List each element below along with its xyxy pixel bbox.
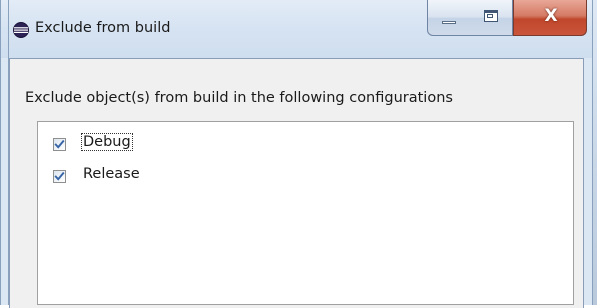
debug-checkbox[interactable] xyxy=(53,138,66,151)
minimize-button[interactable] xyxy=(427,0,470,36)
title-bar[interactable]: Exclude from build X xyxy=(1,0,592,58)
close-icon: X xyxy=(544,6,558,26)
release-checkbox[interactable] xyxy=(53,170,66,183)
window-title: Exclude from build xyxy=(35,20,171,36)
instruction-label: Exclude object(s) from build in the foll… xyxy=(25,90,453,106)
release-label: Release xyxy=(83,166,140,182)
close-button[interactable]: X xyxy=(513,0,587,36)
minimize-icon xyxy=(442,21,456,24)
desktop-edge-left xyxy=(0,0,9,305)
checkmark-icon xyxy=(54,139,65,149)
debug-label: Debug xyxy=(81,133,133,151)
maximize-button[interactable] xyxy=(469,0,513,36)
configurations-list[interactable]: Debug Release xyxy=(37,121,574,305)
checkmark-icon xyxy=(54,171,65,181)
caption-buttons: X xyxy=(427,0,587,36)
eclipse-icon xyxy=(13,22,29,38)
maximize-icon xyxy=(484,10,498,22)
